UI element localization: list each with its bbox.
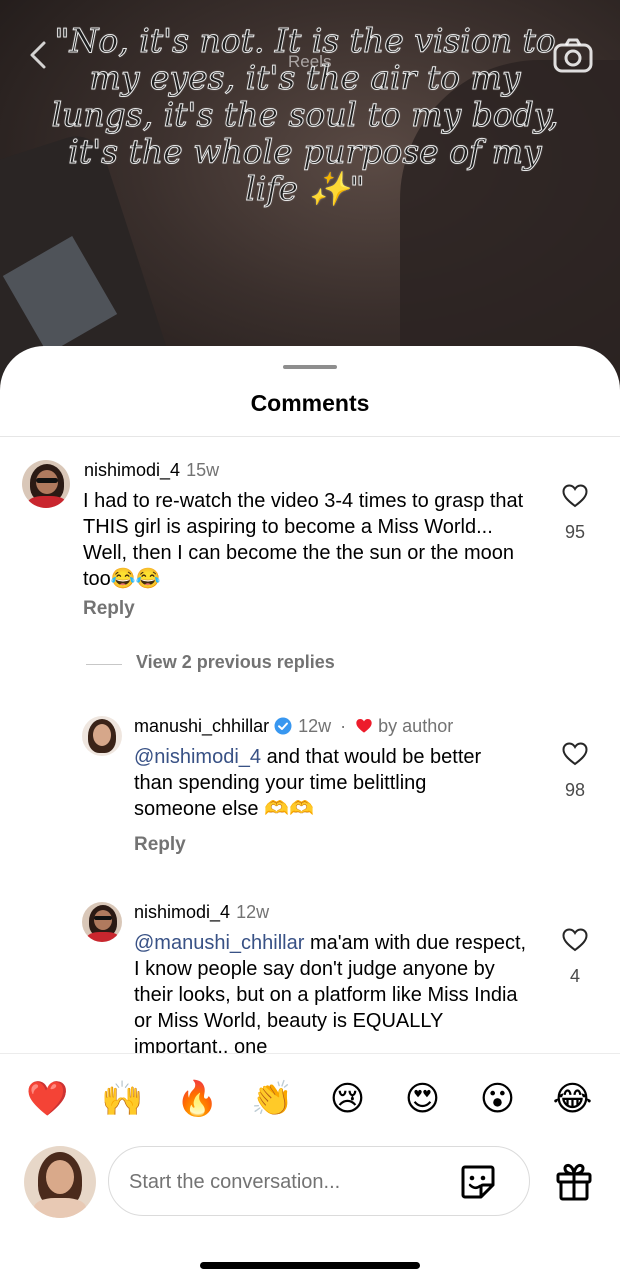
fire-emoji-icon[interactable]: 🔥	[168, 1079, 228, 1119]
reply-username[interactable]: manushi_chhillar	[134, 716, 269, 736]
comment-like-count: 95	[564, 522, 586, 542]
comments-title: Comments	[250, 390, 370, 416]
reply-item: manushi_chhillar 12w · by author @nishimo…	[0, 704, 620, 874]
camera-icon[interactable]	[552, 38, 594, 74]
meta-separator: ·	[340, 716, 347, 736]
red-heart-emoji-icon[interactable]: ❤️	[18, 1079, 78, 1119]
reply-meta: manushi_chhillar 12w · by author	[134, 716, 453, 737]
surprised-face-emoji-icon[interactable]: 😮	[468, 1079, 528, 1119]
comments-sheet: Comments nishimodi_4 15w I had to re-watc…	[0, 346, 620, 1284]
reply-text: @nishimodi_4 and that would be better th…	[134, 744, 514, 822]
tears-of-joy-emoji-icon[interactable]: 😂	[543, 1079, 603, 1119]
avatar[interactable]	[82, 902, 122, 942]
comment-input-container[interactable]	[108, 1146, 530, 1216]
clapping-hands-emoji-icon[interactable]: 👏	[243, 1079, 303, 1119]
mention-link[interactable]: @nishimodi_4	[134, 746, 261, 768]
comment-composer	[0, 1144, 620, 1224]
quick-reaction-bar: ❤️ 🙌 🔥 👏 😢 😍 😮 😂	[0, 1074, 620, 1124]
header-divider	[0, 436, 620, 437]
comment-meta: nishimodi_4 15w	[84, 460, 219, 481]
heart-outline-icon[interactable]	[562, 928, 588, 952]
heart-outline-icon[interactable]	[562, 742, 588, 766]
replies-divider-line	[86, 664, 122, 665]
reply-text: @manushi_chhillar ma'am with due respect…	[134, 930, 534, 1053]
current-user-avatar[interactable]	[24, 1146, 96, 1218]
view-previous-replies-button[interactable]: View 2 previous replies	[136, 652, 335, 673]
video-caption-text: "No, it's not. It is the vision to my ey…	[51, 21, 559, 208]
reply-like-count: 98	[564, 780, 586, 800]
mention-link[interactable]: @manushi_chhillar	[134, 932, 304, 954]
reels-header-label: Reels	[288, 52, 332, 71]
reel-video-background[interactable]: "No, it's not. It is the vision to my ey…	[0, 0, 620, 400]
crying-face-emoji-icon[interactable]: 😢	[318, 1079, 378, 1119]
verified-badge-icon	[274, 717, 292, 735]
reply-username[interactable]: nishimodi_4	[134, 902, 230, 922]
reply-timestamp: 12w	[236, 902, 270, 922]
liked-by-author-heart-icon	[356, 719, 372, 733]
sheet-grabber-handle[interactable]	[283, 365, 337, 369]
comment-timestamp: 15w	[186, 460, 220, 480]
reply-item: nishimodi_4 12w @manushi_chhillar ma'am w…	[0, 890, 620, 1053]
heart-outline-icon[interactable]	[562, 484, 588, 508]
heart-eyes-emoji-icon[interactable]: 😍	[393, 1079, 453, 1119]
comments-list[interactable]: nishimodi_4 15w I had to re-watch the vid…	[0, 438, 620, 1053]
sticker-icon[interactable]	[459, 1163, 497, 1201]
gift-icon[interactable]	[554, 1162, 594, 1202]
liked-by-author-label: by author	[378, 716, 454, 736]
back-chevron-icon[interactable]	[26, 40, 52, 70]
reply-button[interactable]: Reply	[134, 834, 186, 856]
reply-timestamp: 12w	[298, 716, 332, 736]
raising-hands-emoji-icon[interactable]: 🙌	[93, 1079, 153, 1119]
avatar[interactable]	[22, 460, 70, 508]
avatar[interactable]	[82, 716, 122, 756]
comment-username[interactable]: nishimodi_4	[84, 460, 180, 480]
reply-meta: nishimodi_4 12w	[134, 902, 269, 923]
comment-input[interactable]	[129, 1165, 449, 1199]
reply-button[interactable]: Reply	[83, 598, 135, 620]
comment-text: I had to re-watch the video 3-4 times to…	[83, 490, 524, 590]
composer-divider	[0, 1053, 620, 1054]
home-indicator[interactable]	[200, 1262, 420, 1269]
comment-item: nishimodi_4 15w I had to re-watch the vid…	[0, 438, 620, 638]
reply-like-count: 4	[569, 966, 580, 986]
